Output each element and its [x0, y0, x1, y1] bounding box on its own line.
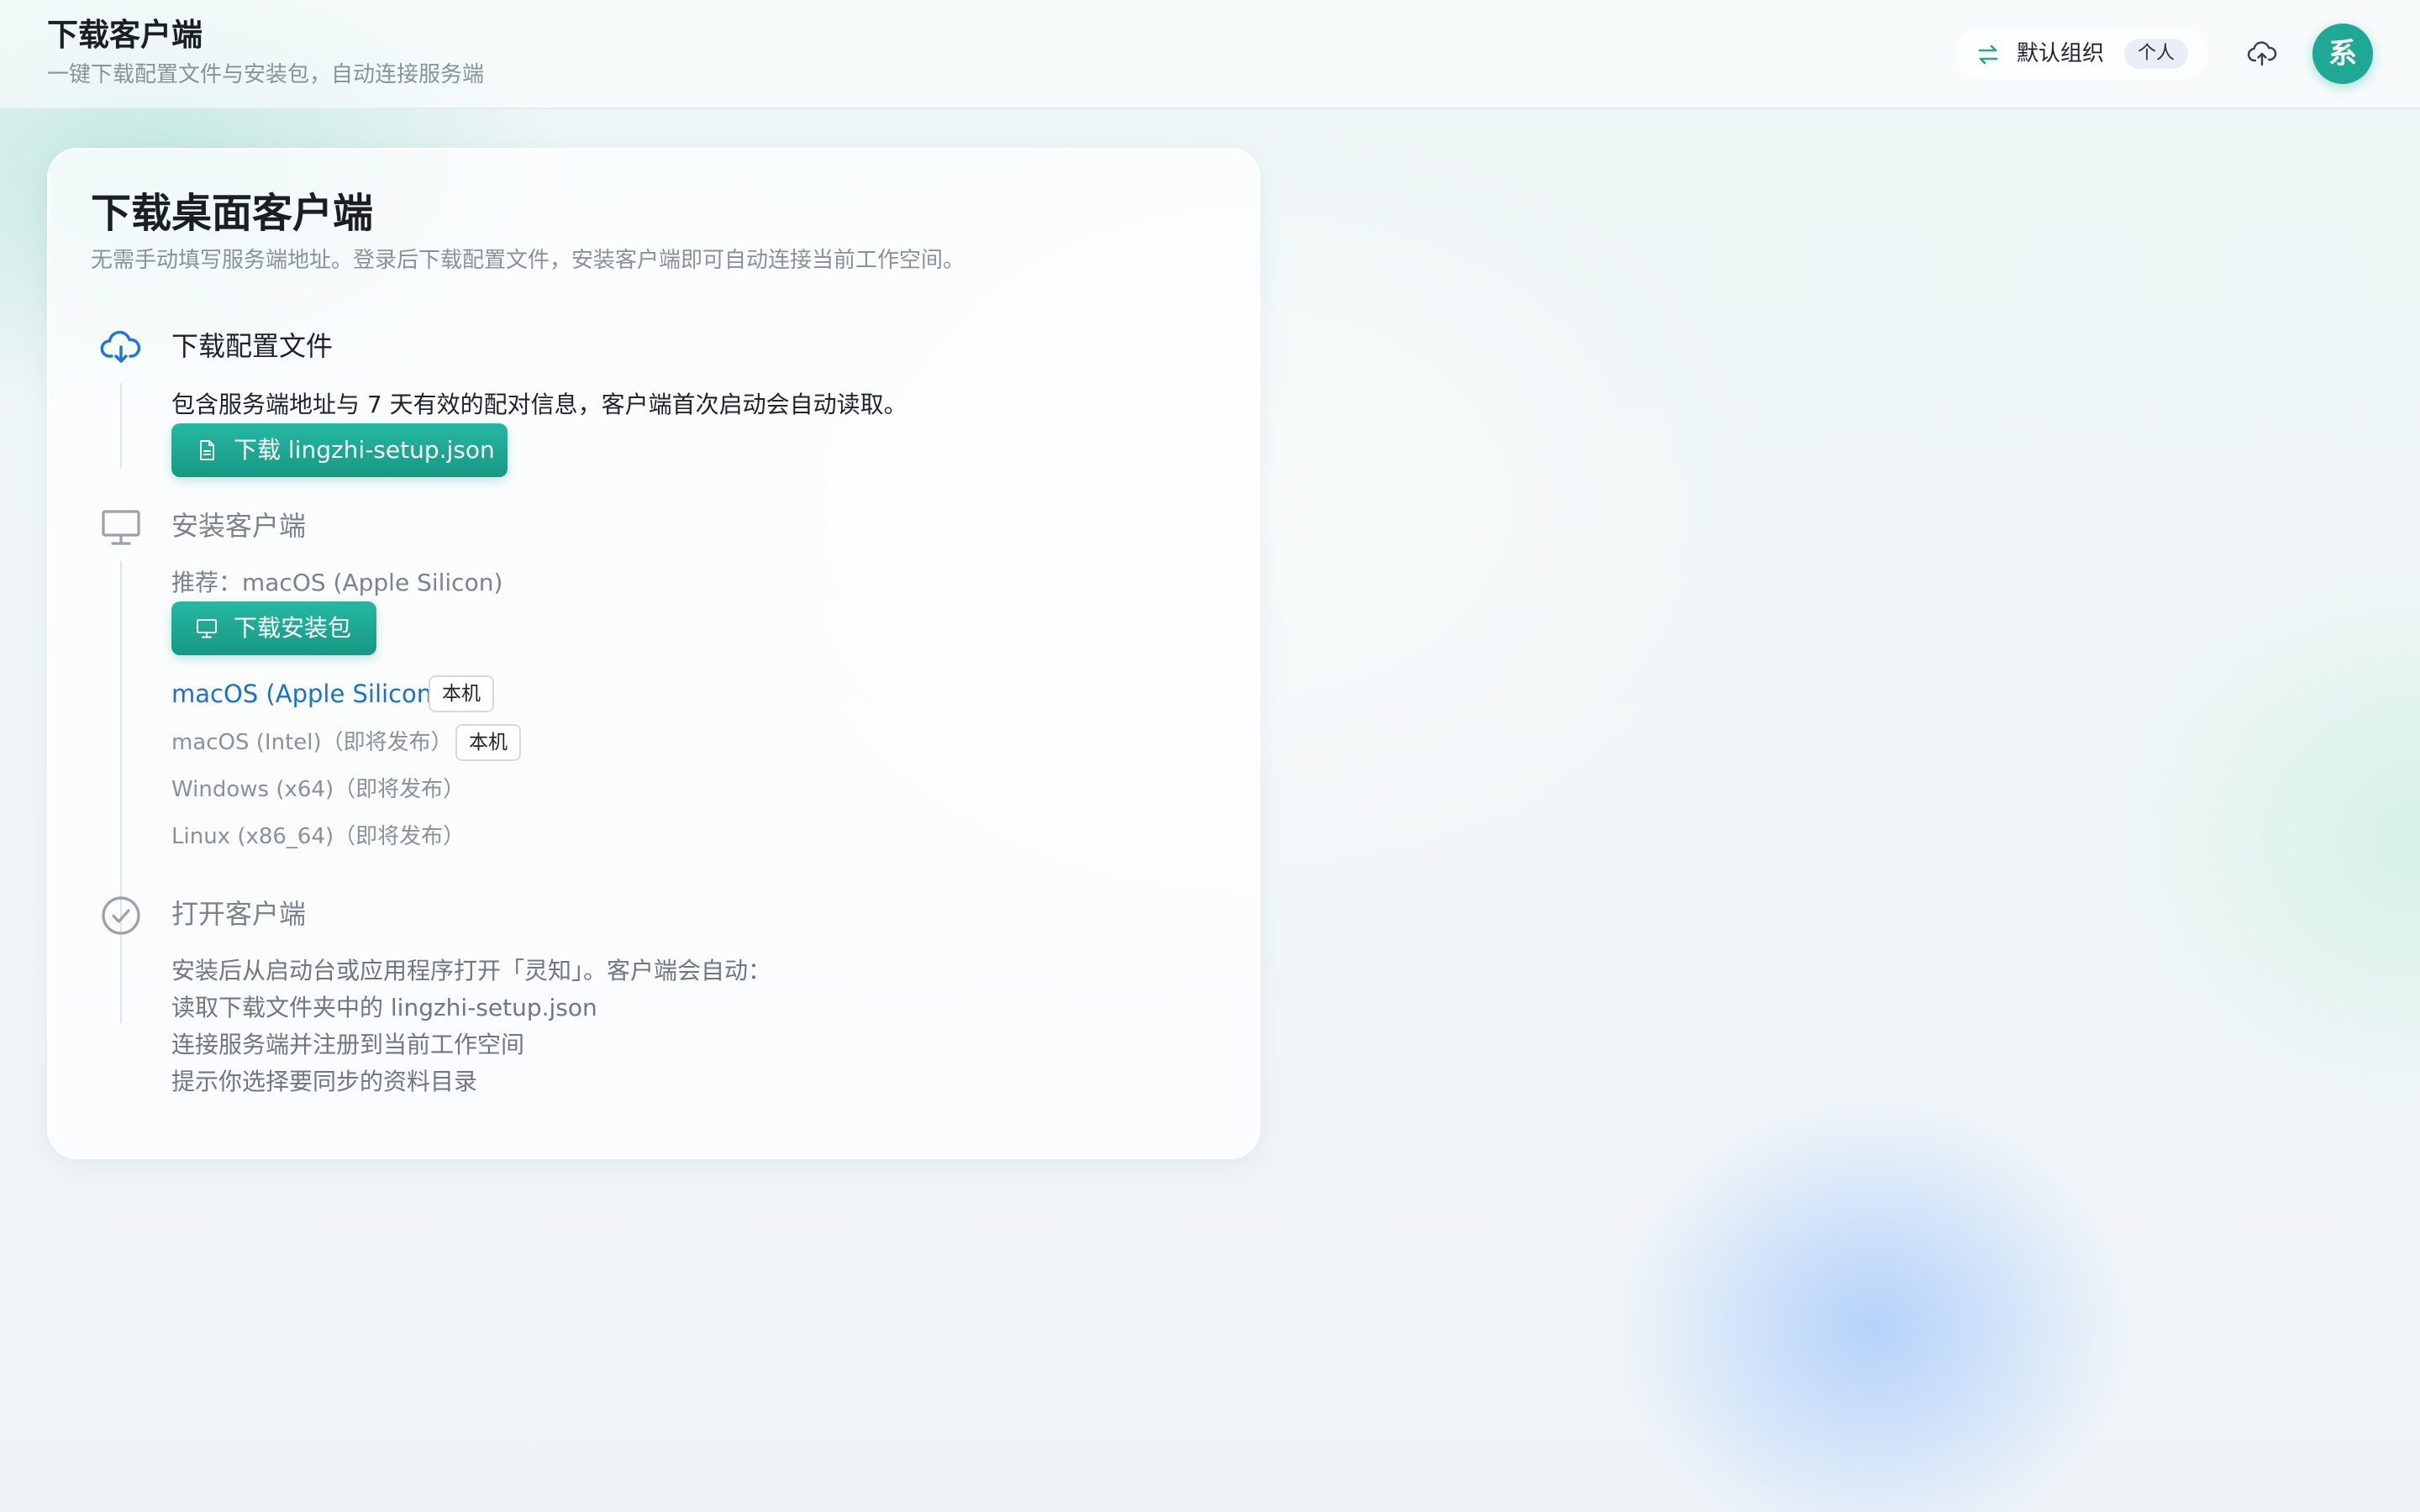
monitor-icon — [102, 510, 140, 545]
top-header: 下载客户端 一键下载配置文件与安装包，自动连接服务端 默认组织 个人 系 — [0, 0, 2420, 109]
monitor-icon — [197, 619, 217, 638]
platform-macos-arm[interactable]: macOS (Apple Silicon) — [171, 675, 441, 712]
download-config-button[interactable]: 下载 lingzhi-setup.json — [171, 423, 508, 477]
step-connector — [120, 561, 122, 1023]
step-3-title: 打开客户端 — [171, 898, 307, 930]
card-title: 下载桌面客户端 — [91, 190, 374, 237]
step-2-title: 安装客户端 — [171, 510, 307, 542]
check-circle-icon — [102, 896, 140, 935]
platform-windows: Windows (x64)（即将发布） — [171, 777, 466, 802]
page-subtitle: 一键下载配置文件与安装包，自动连接服务端 — [47, 62, 485, 87]
download-installer-button[interactable]: 下载安装包 — [171, 601, 376, 655]
cloud-download-icon — [100, 330, 141, 363]
open-client-instructions: 安装后从启动台或应用程序打开「灵知」。客户端会自动： 读取下载文件夹中的 lin… — [171, 953, 771, 1100]
download-installer-label: 下载安装包 — [234, 614, 352, 642]
recommended-platform: 推荐：macOS (Apple Silicon) — [171, 569, 503, 596]
local-machine-tag: 本机 — [455, 724, 521, 761]
download-card: 下载桌面客户端 无需手动填写服务端地址。登录后下载配置文件，安装客户端即可自动连… — [47, 148, 1260, 1159]
download-config-label: 下载 lingzhi-setup.json — [234, 436, 495, 464]
swap-icon — [1978, 45, 1998, 65]
instruction-line: 安装后从启动台或应用程序打开「灵知」。客户端会自动： — [171, 957, 772, 984]
platform-macos-intel: macOS (Intel)（即将发布） — [171, 730, 453, 755]
card-description: 无需手动填写服务端地址。登录后下载配置文件，安装客户端即可自动连接当前工作空间。 — [91, 248, 965, 273]
step-connector — [120, 383, 122, 469]
page-title: 下载客户端 — [47, 17, 203, 53]
avatar[interactable]: 系 — [2312, 24, 2373, 84]
org-name: 默认组织 — [2017, 41, 2105, 66]
org-switcher[interactable]: 默认组织 个人 — [1956, 29, 2208, 79]
instruction-line: 读取下载文件夹中的 lingzhi-setup.json — [171, 994, 597, 1021]
cloud-upload-icon[interactable] — [2245, 37, 2279, 71]
platform-linux: Linux (x86_64)（即将发布） — [171, 824, 466, 849]
step-1-title: 下载配置文件 — [171, 330, 334, 362]
local-machine-tag: 本机 — [429, 675, 494, 712]
step-1-description: 包含服务端地址与 7 天有效的配对信息，客户端首次启动会自动读取。 — [171, 391, 908, 418]
file-icon — [200, 440, 214, 460]
instruction-line: 提示你选择要同步的资料目录 — [171, 1068, 478, 1095]
org-type-badge: 个人 — [2124, 39, 2189, 69]
instruction-line: 连接服务端并注册到当前工作空间 — [171, 1031, 525, 1058]
